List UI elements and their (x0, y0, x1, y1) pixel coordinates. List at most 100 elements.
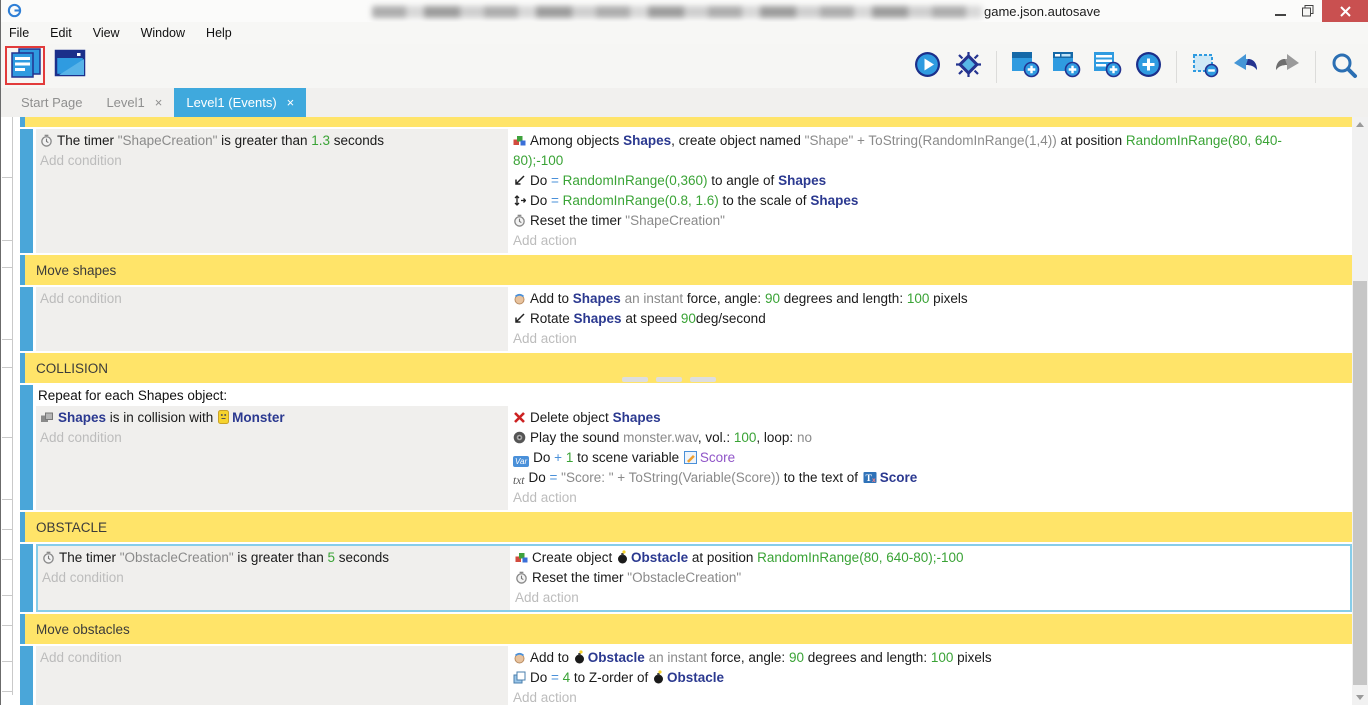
event-condition-line[interactable]: The timer "ObstacleCreation" is greater … (42, 548, 504, 568)
toolbar-separator (1315, 51, 1316, 83)
add-condition-link[interactable]: Add condition (40, 151, 502, 171)
actions-column: Add to Obstacle an instant force, angle:… (508, 646, 1352, 705)
add-event-button[interactable] (1009, 51, 1041, 83)
event-row[interactable]: Repeat for each Shapes object:Shapes is … (20, 385, 1352, 510)
event-condition-line[interactable]: The timer "ShapeCreation" is greater tha… (40, 131, 502, 151)
add-action-link[interactable]: Add action (513, 688, 1313, 705)
scrollbar-thumb[interactable] (1353, 281, 1367, 685)
minimize-button[interactable] (1266, 0, 1294, 22)
event-action-line[interactable]: Add to Obstacle an instant force, angle:… (513, 648, 1313, 668)
tree-connector (2, 529, 13, 530)
group-band: COLLISION (25, 353, 1352, 383)
obstacle-object-icon (653, 670, 664, 684)
event-rail[interactable] (20, 646, 33, 705)
event-action-line[interactable]: Create object Obstacle at position Rando… (515, 548, 1315, 568)
event-box: Add condition Add to Obstacle an instant … (36, 646, 1352, 705)
event-row[interactable]: The timer "ShapeCreation" is greater tha… (20, 129, 1352, 253)
event-condition-line[interactable]: Shapes is in collision with Monster (40, 408, 502, 428)
text-segment: 90 (765, 291, 780, 306)
event-group-header[interactable]: Move shapes (20, 255, 1352, 285)
add-subevent-button[interactable] (1050, 51, 1082, 83)
scrollbar-down-button[interactable] (1356, 695, 1364, 700)
debug-button[interactable] (952, 51, 984, 83)
close-button[interactable] (1322, 0, 1368, 22)
scrollbar-up-button[interactable] (1356, 122, 1364, 127)
event-rail[interactable] (20, 129, 33, 253)
event-action-line[interactable]: Add to Shapes an instant force, angle: 9… (513, 289, 1313, 309)
text-segment: Add to (530, 650, 573, 665)
add-condition-link[interactable]: Add condition (42, 568, 504, 588)
menu-edit[interactable]: Edit (50, 26, 72, 40)
scene-editor-button[interactable] (54, 49, 86, 81)
event-row[interactable]: Add condition Add to Obstacle an instant … (20, 646, 1352, 705)
event-group-header[interactable]: Move obstacles (20, 614, 1352, 644)
text-segment: deg/second (696, 311, 766, 326)
run-button[interactable] (911, 51, 943, 83)
add-comment-icon (1093, 51, 1122, 83)
event-action-line[interactable]: Reset the timer "ObstacleCreation" (515, 568, 1315, 588)
event-action-line[interactable]: Do = 4 to Z-order of Obstacle (513, 668, 1313, 688)
event-group-header[interactable]: OBSTACLE (20, 512, 1352, 542)
add-action-link[interactable]: Add action (513, 231, 1313, 251)
search-button[interactable] (1328, 51, 1360, 83)
add-comment-button[interactable] (1091, 51, 1123, 83)
text-segment: no (797, 430, 812, 445)
scene-editor-icon (53, 46, 87, 85)
add-new-button[interactable] (1132, 51, 1164, 83)
menu-view[interactable]: View (93, 26, 120, 40)
undo-button[interactable] (1230, 51, 1262, 83)
text-segment: 100 (931, 650, 954, 665)
event-rail[interactable] (20, 287, 33, 351)
event-rail[interactable] (20, 385, 33, 510)
menu-window[interactable]: Window (141, 26, 185, 40)
redo-button[interactable] (1271, 51, 1303, 83)
event-action-line[interactable]: txtDo = "Score: " + ToString(Variable(Sc… (513, 468, 1313, 488)
menu-file[interactable]: File (9, 26, 29, 40)
conditions-column: Add condition (36, 646, 508, 705)
tree-connector (2, 367, 13, 368)
add-action-link[interactable]: Add action (513, 329, 1313, 349)
event-action-line[interactable]: Delete object Shapes (513, 408, 1313, 428)
text-segment: Shapes (623, 133, 671, 148)
add-condition-link[interactable]: Add condition (40, 648, 502, 668)
event-action-line[interactable]: Among objects Shapes, create object name… (513, 131, 1313, 171)
text-segment: to the text of (780, 470, 862, 485)
add-action-link[interactable]: Add action (515, 588, 1315, 608)
vertical-scrollbar[interactable] (1352, 117, 1368, 705)
tab-start-page[interactable]: Start Page (9, 88, 94, 117)
tab-close-icon[interactable]: × (287, 96, 295, 109)
events-editor-button[interactable] (10, 49, 42, 81)
add-condition-link[interactable]: Add condition (40, 289, 502, 309)
deselect-all-button[interactable] (1189, 51, 1221, 83)
window-title: game.json.autosave (372, 4, 1100, 19)
event-action-line[interactable]: Do = RandomInRange(0.8, 1.6) to the scal… (513, 191, 1313, 211)
event-group-header[interactable]: COLLISION (20, 353, 1352, 383)
text-segment: Reset the timer (532, 570, 627, 585)
event-action-line[interactable]: Reset the timer "ShapeCreation" (513, 211, 1313, 231)
event-action-line[interactable]: Play the sound monster.wav, vol.: 100, l… (513, 428, 1313, 448)
add-action-link[interactable]: Add action (513, 488, 1313, 508)
menu-help[interactable]: Help (206, 26, 232, 40)
restore-button[interactable] (1294, 0, 1322, 22)
tree-connector (2, 267, 13, 268)
text-segment: = (551, 193, 563, 208)
event-box: Add condition Add to Shapes an instant fo… (36, 287, 1352, 351)
add-condition-link[interactable]: Add condition (40, 428, 502, 448)
event-action-line[interactable]: VarDo + 1 to scene variable Score (513, 448, 1313, 468)
text-segment: 100 (734, 430, 757, 445)
event-rail[interactable] (20, 544, 33, 612)
tab-level1[interactable]: Level1× (94, 88, 174, 117)
title-bar: game.json.autosave (0, 0, 1368, 22)
tab-level1-events-[interactable]: Level1 (Events)× (174, 88, 306, 117)
event-row[interactable]: Add condition Add to Shapes an instant fo… (20, 287, 1352, 351)
repeat-for-each-header[interactable]: Repeat for each Shapes object: (36, 385, 1352, 406)
event-action-line[interactable]: Rotate Shapes at speed 90deg/second (513, 309, 1313, 329)
tab-close-icon[interactable]: × (155, 96, 163, 109)
text-segment: The timer (57, 133, 118, 148)
tree-connector (2, 437, 13, 438)
event-action-line[interactable]: Do = RandomInRange(0,360) to angle of Sh… (513, 171, 1313, 191)
event-row[interactable]: The timer "ObstacleCreation" is greater … (20, 544, 1352, 612)
scale-icon (513, 194, 526, 207)
text-segment: is in collision with (106, 410, 217, 425)
text-segment: Delete object (530, 410, 613, 425)
